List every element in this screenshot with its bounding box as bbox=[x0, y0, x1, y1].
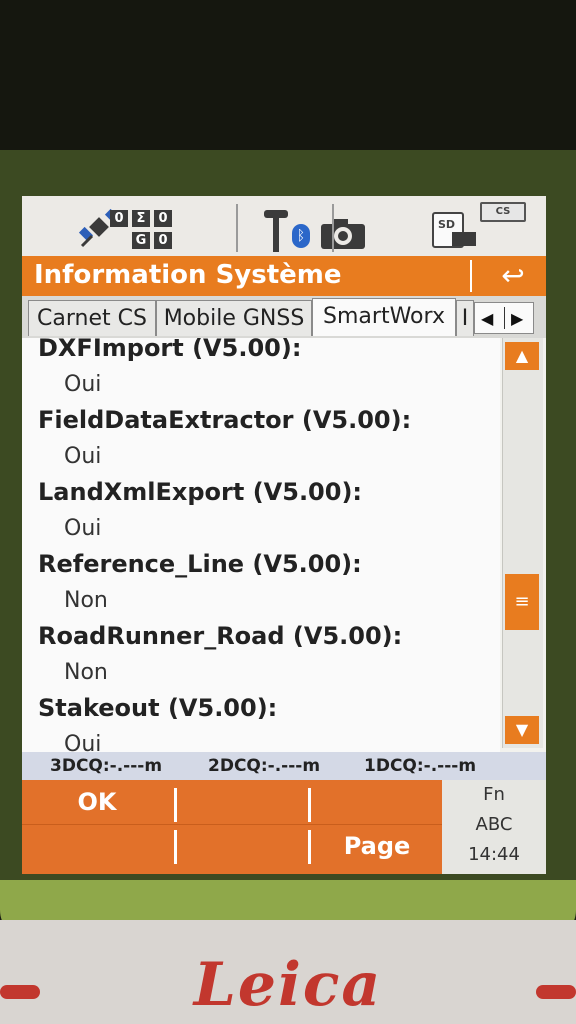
softkey-divider bbox=[308, 788, 311, 822]
sigma-count-box: 0 bbox=[154, 210, 172, 227]
item-name: RoadRunner_Road (V5.00): bbox=[38, 622, 403, 650]
list-item: LandXmlExport (V5.00): Oui bbox=[38, 478, 362, 541]
tab-bar: Carnet CS Mobile GNSS SmartWorx I ◀ ▶ bbox=[22, 296, 546, 338]
input-mode-indicator: ABC bbox=[475, 814, 513, 835]
camera-icon[interactable] bbox=[320, 218, 366, 250]
sat-count-box: 0 bbox=[110, 210, 128, 227]
status-separator bbox=[236, 204, 238, 252]
list-item: Reference_Line (V5.00): Non bbox=[38, 550, 362, 613]
item-name: Reference_Line (V5.00): bbox=[38, 550, 362, 578]
tab-scroll-arrows: ◀ ▶ bbox=[474, 302, 534, 334]
list-item: Stakeout (V5.00): Oui bbox=[38, 694, 277, 752]
sd-card-icon: SD bbox=[432, 212, 476, 248]
scrollbar[interactable]: ▲ ≡ ▼ bbox=[502, 338, 543, 748]
tab-next-partial[interactable]: I bbox=[456, 300, 474, 336]
page-title: Information Système bbox=[34, 260, 342, 290]
device-top bbox=[0, 0, 576, 150]
item-name: FieldDataExtractor (V5.00): bbox=[38, 406, 412, 434]
page-button[interactable]: Page bbox=[312, 832, 442, 860]
softkey-f4[interactable] bbox=[22, 830, 172, 864]
scroll-thumb[interactable]: ≡ bbox=[505, 574, 539, 630]
item-value: Oui bbox=[64, 372, 102, 397]
tab-right-arrow-icon[interactable]: ▶ bbox=[511, 309, 523, 328]
item-name: DXFImport (V5.00): bbox=[38, 338, 302, 362]
scroll-down-icon[interactable]: ▼ bbox=[505, 716, 539, 744]
softkey-divider bbox=[174, 788, 177, 822]
tab-mobile-gnss[interactable]: Mobile GNSS bbox=[156, 300, 312, 336]
softkey-divider bbox=[174, 830, 177, 864]
status-bar: 0 Σ 0 G 0 ᛒ SD CS bbox=[22, 196, 546, 256]
softkey-bar: OK Page bbox=[22, 780, 442, 874]
scroll-up-icon[interactable]: ▲ bbox=[505, 342, 539, 370]
battery-icon: CS bbox=[480, 202, 526, 222]
item-value: Oui bbox=[64, 516, 102, 541]
svg-text:SD: SD bbox=[438, 218, 455, 231]
item-value: Non bbox=[64, 660, 108, 685]
glonass-count-box: 0 bbox=[154, 232, 172, 249]
status-separator bbox=[332, 204, 334, 252]
clock: 14:44 bbox=[468, 844, 520, 865]
softkey-f3[interactable] bbox=[312, 788, 442, 822]
1dcq-readout: 1DCQ:-.---m bbox=[364, 756, 477, 776]
gnss-antenna-icon bbox=[264, 210, 288, 252]
item-name: LandXmlExport (V5.00): bbox=[38, 478, 363, 506]
3dcq-readout: 3DCQ:-.---m bbox=[50, 756, 163, 776]
side-panel: Fn ABC 14:44 bbox=[442, 780, 546, 874]
item-name: Stakeout (V5.00): bbox=[38, 694, 278, 722]
info-list: DXFImport (V5.00): Oui FieldDataExtracto… bbox=[22, 338, 500, 752]
2dcq-readout: 2DCQ:-.---m bbox=[208, 756, 321, 776]
fn-indicator: Fn bbox=[483, 784, 505, 805]
softkey-row-divider bbox=[22, 824, 442, 825]
leica-logo: Leica bbox=[193, 950, 383, 1020]
item-value: Oui bbox=[64, 732, 102, 752]
coordinate-quality-bar: 3DCQ:-.---m 2DCQ:-.---m 1DCQ:-.---m bbox=[22, 752, 546, 780]
item-value: Oui bbox=[64, 444, 102, 469]
softkey-divider bbox=[308, 830, 311, 864]
softkey-f2[interactable] bbox=[178, 788, 308, 822]
ok-button[interactable]: OK bbox=[22, 788, 172, 816]
title-separator bbox=[470, 260, 472, 292]
tab-carnet-cs[interactable]: Carnet CS bbox=[28, 300, 156, 336]
item-value: Non bbox=[64, 588, 108, 613]
sigma-box: Σ bbox=[132, 210, 150, 227]
list-item: FieldDataExtractor (V5.00): Oui bbox=[38, 406, 411, 469]
softkey-f5[interactable] bbox=[178, 830, 308, 864]
back-button[interactable]: ↩ bbox=[480, 256, 546, 296]
list-item: RoadRunner_Road (V5.00): Non bbox=[38, 622, 402, 685]
tab-left-arrow-icon[interactable]: ◀ bbox=[481, 309, 493, 328]
arrow-divider bbox=[504, 307, 505, 329]
list-item: DXFImport (V5.00): Oui bbox=[38, 338, 301, 397]
tab-smartworx[interactable]: SmartWorx bbox=[312, 298, 456, 336]
bluetooth-icon: ᛒ bbox=[292, 224, 310, 248]
title-bar: Information Système ↩ bbox=[22, 256, 546, 296]
glonass-box: G bbox=[132, 232, 150, 249]
screen: 0 Σ 0 G 0 ᛒ SD CS Information Système ↩ bbox=[22, 196, 546, 874]
